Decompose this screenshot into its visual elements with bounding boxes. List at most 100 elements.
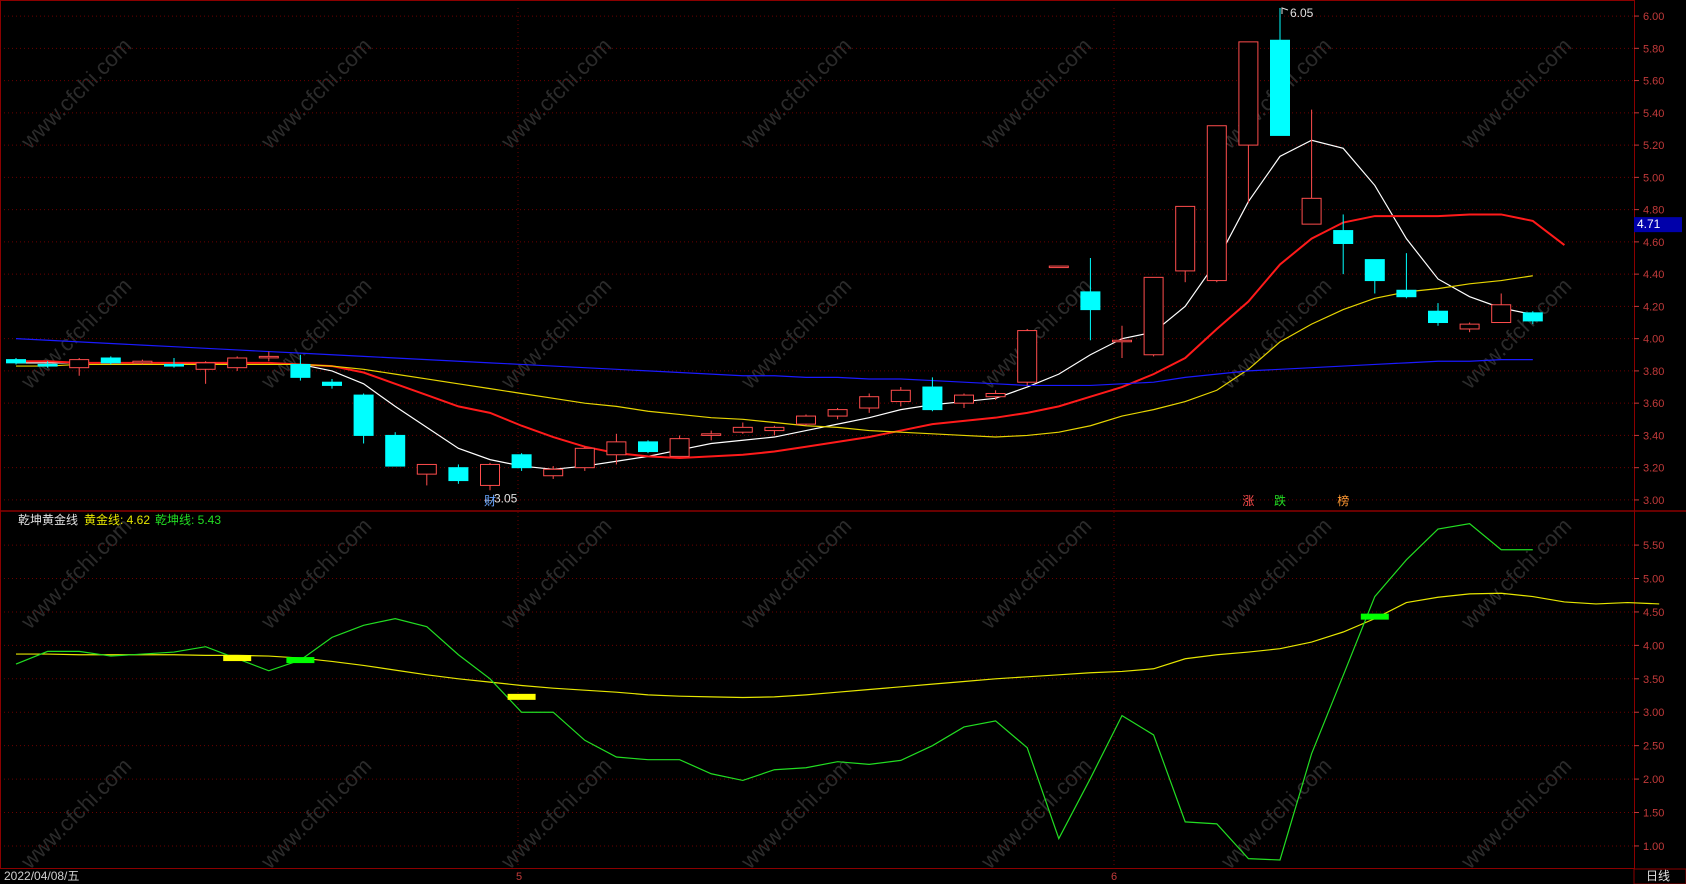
- candle[interactable]: [1112, 325, 1132, 358]
- candle[interactable]: [922, 377, 943, 412]
- footer-bar: 2022/04/08/五 5 6 日线: [0, 868, 1686, 884]
- candle-body-down: [638, 441, 658, 453]
- watermark-text: www.cfchi.com: [255, 273, 376, 394]
- candle[interactable]: [543, 466, 564, 479]
- watermark-text: www.cfchi.com: [255, 513, 376, 634]
- candle[interactable]: [638, 440, 658, 454]
- candle-body-up: [574, 447, 595, 469]
- watermark-text: www.cfchi.com: [975, 33, 1096, 154]
- candle[interactable]: [511, 453, 532, 471]
- candle-body-up: [69, 359, 90, 369]
- candle-body-up: [258, 355, 279, 359]
- candle[interactable]: [1301, 109, 1322, 225]
- candle-body-down: [6, 359, 26, 364]
- candle[interactable]: [1206, 125, 1227, 283]
- candle[interactable]: [1270, 8, 1290, 136]
- candle[interactable]: [1143, 276, 1164, 357]
- watermark-text: www.cfchi.com: [15, 273, 136, 394]
- price-tick-label: 5.20: [1643, 140, 1664, 152]
- candle-body-up: [1238, 41, 1259, 146]
- indicator-grid: [0, 8, 1634, 866]
- candle[interactable]: [732, 422, 753, 434]
- candle-body-down: [1522, 312, 1543, 322]
- candle-body-down: [100, 357, 121, 364]
- candle[interactable]: [480, 462, 500, 491]
- price-tick-label: 5.00: [1643, 172, 1664, 184]
- watermark-text: www.cfchi.com: [735, 33, 856, 154]
- footer-date: 2022/04/08/五: [4, 869, 79, 883]
- watermark-layer: www.cfchi.com www.cfchi.com www.cfchi.com w…: [15, 33, 1576, 874]
- event-label[interactable]: 涨: [1242, 493, 1254, 508]
- indicator-title: 乾坤黄金线: [18, 512, 78, 527]
- candle-body-up: [606, 441, 627, 456]
- candle[interactable]: [1333, 214, 1354, 275]
- outer-frame: [0, 0, 1635, 869]
- candle[interactable]: [954, 393, 974, 408]
- candle[interactable]: [796, 414, 816, 426]
- candle-body-down: [353, 394, 374, 436]
- candle[interactable]: [195, 361, 216, 384]
- candle[interactable]: [827, 408, 848, 420]
- candle[interactable]: [1017, 328, 1038, 386]
- watermark-text: www.cfchi.com: [1455, 273, 1576, 394]
- candle-body-down: [1333, 230, 1354, 244]
- price-y-axis: 3.00 3.20 3.40 3.60 3.80 4.00 4.20 4.40 4.60 4.80…: [1634, 11, 1664, 507]
- moving-average-lines: [15, 139, 1566, 470]
- candle-body-up: [669, 438, 690, 457]
- price-tick-label: 3.60: [1643, 398, 1664, 410]
- event-label[interactable]: 财: [484, 494, 496, 508]
- candle[interactable]: [448, 464, 469, 484]
- event-label[interactable]: 榜: [1337, 493, 1349, 508]
- indicator-lines: [15, 523, 1660, 861]
- candle[interactable]: [227, 356, 248, 371]
- candle[interactable]: [6, 358, 26, 365]
- price-tick-label: 4.80: [1643, 205, 1664, 217]
- price-tick-label: 5.80: [1643, 43, 1664, 55]
- candle[interactable]: [574, 446, 595, 471]
- frame: [0, 0, 1686, 869]
- watermark-text: www.cfchi.com: [15, 753, 136, 874]
- candle[interactable]: [69, 358, 90, 376]
- candle[interactable]: [1491, 293, 1512, 324]
- candle[interactable]: [1238, 41, 1259, 204]
- candle-body-up: [416, 463, 437, 475]
- candle[interactable]: [764, 425, 785, 436]
- candle[interactable]: [100, 356, 121, 365]
- high-price-label: 6.05: [1290, 6, 1314, 20]
- candle[interactable]: [701, 430, 722, 441]
- candle[interactable]: [890, 387, 911, 407]
- candle-body-down: [164, 363, 184, 367]
- candle[interactable]: [669, 435, 690, 457]
- candle-body-down: [385, 434, 406, 467]
- candle[interactable]: [1459, 322, 1480, 333]
- indicator-markers: [223, 613, 1389, 700]
- event-label[interactable]: 跌: [1274, 493, 1286, 508]
- current-price-value: 4.71: [1637, 217, 1661, 231]
- candle-body-up: [1301, 197, 1322, 225]
- indicator-tick-label: 3.00: [1643, 707, 1664, 719]
- indicator-legend: 乾坤黄金线 黄金线: 4.62 乾坤线: 5.43: [18, 512, 221, 527]
- candle[interactable]: [385, 432, 406, 467]
- watermark-text: www.cfchi.com: [735, 753, 856, 874]
- candle[interactable]: [859, 393, 880, 413]
- period-label[interactable]: 日线: [1646, 869, 1670, 883]
- candle-body-up: [701, 433, 722, 436]
- candle[interactable]: [1175, 205, 1196, 283]
- price-tick-label: 3.40: [1643, 430, 1664, 442]
- watermark-text: www.cfchi.com: [495, 33, 616, 154]
- candle[interactable]: [1364, 259, 1385, 294]
- candle[interactable]: [1396, 253, 1417, 299]
- candle[interactable]: [416, 463, 437, 486]
- candle-body-up: [954, 394, 974, 404]
- candle-body-up: [1206, 125, 1227, 282]
- candle[interactable]: [353, 393, 374, 444]
- stock-chart[interactable]: www.cfchi.com www.cfchi.com www.cfchi.com w…: [0, 0, 1686, 884]
- candle[interactable]: [1048, 265, 1069, 269]
- watermark-text: www.cfchi.com: [1455, 33, 1576, 154]
- watermark-text: www.cfchi.com: [1215, 513, 1336, 634]
- watermark-text: www.cfchi.com: [495, 513, 616, 634]
- candle[interactable]: [322, 378, 342, 389]
- signal-marker: [286, 657, 315, 664]
- candle[interactable]: [1080, 258, 1101, 341]
- price-tick-label: 4.00: [1643, 334, 1664, 346]
